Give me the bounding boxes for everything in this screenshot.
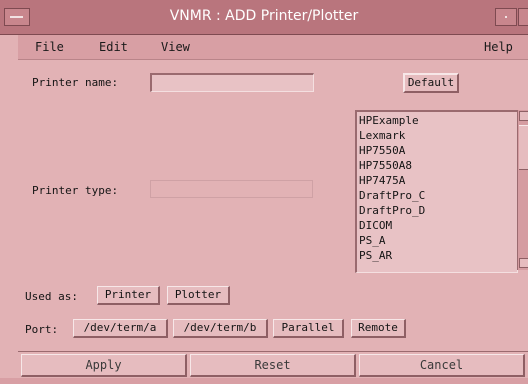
port-remote-button[interactable]: Remote (351, 319, 406, 338)
printer-type-input[interactable] (150, 180, 313, 198)
printer-type-list[interactable]: HPExample Lexmark HP7550A HP7550A8 HP747… (355, 110, 518, 273)
window-title: VNMR : ADD Printer/Plotter (169, 8, 359, 24)
menu-file[interactable]: File (35, 40, 64, 54)
apply-button[interactable]: Apply (21, 354, 187, 377)
printer-name-label: Printer name: (32, 76, 119, 89)
list-item[interactable]: Lexmark (359, 128, 405, 143)
port-term-a-button[interactable]: /dev/term/a (73, 319, 168, 338)
port-term-b-button[interactable]: /dev/term/b (173, 319, 268, 338)
minimize-button[interactable] (495, 8, 517, 26)
list-item[interactable]: DraftPro_D (359, 203, 425, 218)
list-item[interactable]: DraftPro_C (359, 188, 425, 203)
port-parallel-button[interactable]: Parallel (273, 319, 344, 338)
scroll-down-arrow-icon[interactable] (519, 258, 528, 268)
action-bar: Apply Reset Cancel (18, 351, 528, 378)
window-bottom-border (0, 378, 528, 384)
cancel-button[interactable]: Cancel (359, 354, 525, 377)
menu-bar: File Edit View Help (18, 35, 528, 60)
list-item[interactable]: DICOM (359, 218, 392, 233)
port-label: Port: (25, 323, 59, 336)
menu-help[interactable]: Help (484, 40, 513, 54)
list-scrollbar[interactable] (517, 110, 528, 270)
list-item[interactable]: HP7475A (359, 173, 405, 188)
menu-edit[interactable]: Edit (99, 40, 128, 54)
list-item[interactable]: HPExample (359, 113, 419, 128)
scroll-up-arrow-icon[interactable] (519, 111, 528, 121)
title-bar: VNMR : ADD Printer/Plotter (0, 0, 528, 35)
list-item[interactable]: PS_AR (359, 248, 392, 263)
printer-type-label: Printer type: (32, 184, 119, 197)
list-item[interactable]: PS_A (359, 233, 386, 248)
maximize-button[interactable] (518, 8, 528, 26)
scroll-thumb[interactable] (519, 125, 528, 170)
reset-button[interactable]: Reset (190, 354, 356, 377)
default-button[interactable]: Default (403, 73, 459, 93)
list-item[interactable]: HP7550A (359, 143, 405, 158)
plotter-button[interactable]: Plotter (167, 286, 230, 305)
printer-name-input[interactable] (150, 73, 314, 92)
printer-button[interactable]: Printer (97, 286, 160, 305)
menu-view[interactable]: View (161, 40, 190, 54)
list-item[interactable]: HP7550A8 (359, 158, 412, 173)
used-as-label: Used as: (25, 290, 78, 303)
